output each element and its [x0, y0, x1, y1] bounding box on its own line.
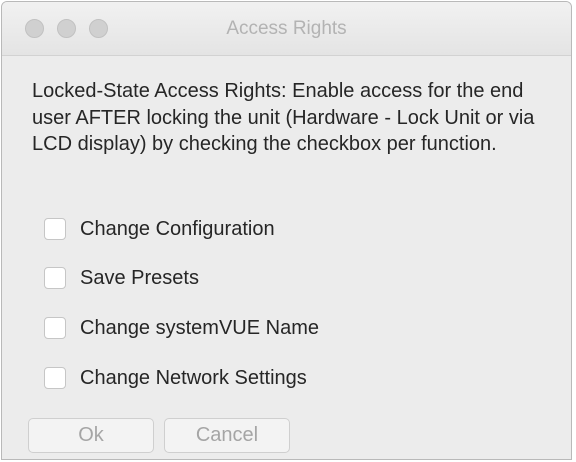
change-network-settings-checkbox[interactable] [44, 367, 66, 389]
save-presets-checkbox[interactable] [44, 267, 66, 289]
instructions-text: Locked-State Access Rights: Enable acces… [32, 80, 535, 155]
change-systemvue-name-checkbox[interactable] [44, 317, 66, 339]
option-change-systemvue-name[interactable]: Change systemVUE Name [44, 314, 319, 342]
title-bar[interactable]: Access Rights [2, 2, 571, 56]
save-presets-label[interactable]: Save Presets [80, 267, 199, 290]
change-network-settings-label[interactable]: Change Network Settings [80, 367, 307, 390]
ok-button[interactable]: Ok [28, 418, 154, 453]
option-save-presets[interactable]: Save Presets [44, 264, 199, 292]
access-rights-dialog: Access Rights Locked-State Access Rights… [1, 1, 572, 460]
change-systemvue-name-label[interactable]: Change systemVUE Name [80, 317, 319, 340]
window-title: Access Rights [226, 18, 347, 39]
option-change-network-settings[interactable]: Change Network Settings [44, 364, 307, 392]
change-configuration-checkbox[interactable] [44, 218, 66, 240]
option-change-configuration[interactable]: Change Configuration [44, 215, 275, 243]
change-configuration-label[interactable]: Change Configuration [80, 218, 275, 241]
cancel-button[interactable]: Cancel [164, 418, 290, 453]
